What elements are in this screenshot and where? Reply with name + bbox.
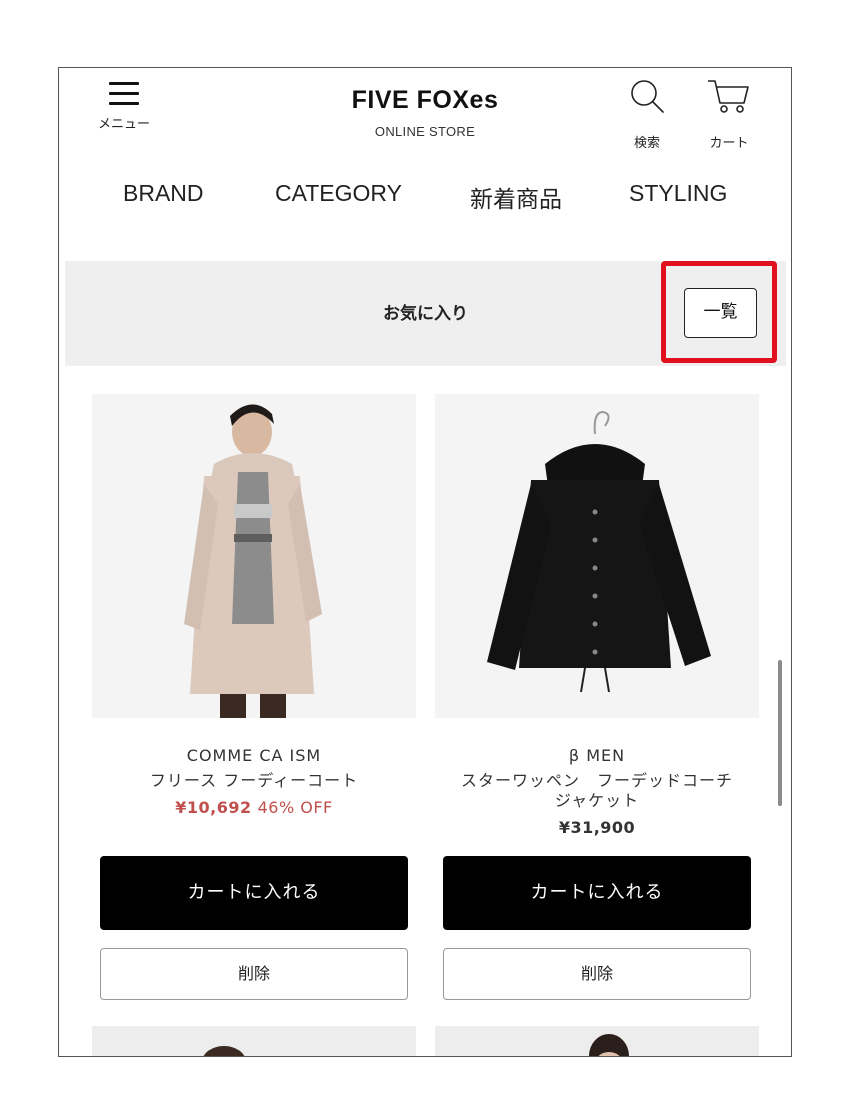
product-image-coat[interactable] [92,394,416,718]
nav-new-arrivals[interactable]: 新着商品 [470,180,562,214]
store-logo[interactable]: FIVE FOXes [59,86,791,115]
discount-badge: 46% OFF [257,798,333,817]
sale-price: ¥10,692 [175,798,252,817]
model-coat-image [92,394,416,718]
nav-brand[interactable]: BRAND [123,180,204,207]
product-price: ¥31,900 [558,818,636,837]
cart-button[interactable]: カート [699,78,759,151]
nav-styling[interactable]: STYLING [629,180,727,207]
product-brand: β MEN [568,746,626,765]
favorites-banner: お気に入り 一覧 [65,261,786,366]
add-to-cart-button[interactable]: カートに入れる [443,856,751,930]
view-list-button[interactable]: 一覧 [684,288,757,338]
product-brand: COMME CA ISM [186,746,322,765]
search-button[interactable]: 検索 [625,78,669,151]
remove-button[interactable]: 削除 [443,948,751,1000]
store-logo-subtitle: ONLINE STORE [374,124,476,139]
main-nav: BRAND CATEGORY 新着商品 STYLING [59,180,791,220]
black-jacket-image [435,394,759,718]
product-image-next-2[interactable] [435,1026,759,1056]
remove-button[interactable]: 削除 [100,948,408,1000]
add-to-cart-button[interactable]: カートに入れる [100,856,408,930]
product-price: ¥10,692 46% OFF [92,798,416,817]
product-image-jacket[interactable] [435,394,759,718]
cart-label: カート [709,136,749,151]
search-label: 検索 [633,136,660,151]
model-image-partial [92,1026,416,1056]
scrollbar[interactable] [778,660,782,806]
nav-category[interactable]: CATEGORY [275,180,402,207]
product-name-line2[interactable]: ジャケット [435,791,759,811]
model-image-partial [435,1026,759,1056]
phone-frame: メニュー FIVE FOXes ONLINE STORE 検索 カート BRAN… [58,67,792,1057]
cart-icon [708,80,749,113]
product-name[interactable]: フリース フーディーコート [92,771,416,791]
search-icon [631,80,664,113]
product-name-line1[interactable]: スターワッペン フーデッドコーチ [435,771,759,791]
product-image-next-1[interactable] [92,1026,416,1056]
